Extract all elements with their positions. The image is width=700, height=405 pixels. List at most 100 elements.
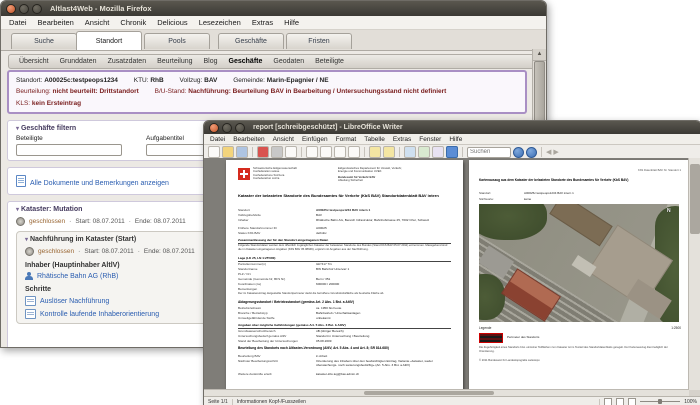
gear-icon xyxy=(25,247,34,257)
gallery-icon[interactable] xyxy=(418,146,430,158)
page-header: KbS Datenblatt BAV Nr. Standort 1 xyxy=(637,168,681,172)
save-icon[interactable] xyxy=(236,146,248,158)
north-arrow-icon: N xyxy=(667,208,671,214)
firefox-menubar: Datei Bearbeiten Ansicht Chronik Delicio… xyxy=(1,16,546,30)
menu-ansicht[interactable]: Ansicht xyxy=(85,18,110,27)
subtab-grunddaten[interactable]: Grunddaten xyxy=(60,58,97,65)
collapse-icon: ▾ xyxy=(16,126,20,133)
tab-pools[interactable]: Pools xyxy=(144,33,210,49)
close-button[interactable] xyxy=(209,122,219,133)
minimize-button[interactable] xyxy=(19,3,29,14)
navigate-forward-icon[interactable]: ▶ xyxy=(553,148,558,156)
subtab-geschaefte[interactable]: Geschäfte xyxy=(229,58,263,65)
writer-titlebar: report [schreibgeschützt] - LibreOffice … xyxy=(204,121,700,134)
find-previous-icon[interactable] xyxy=(526,146,537,158)
zoom-level: 100% xyxy=(684,398,697,405)
print-icon[interactable] xyxy=(271,146,283,158)
subtab-beurteilung[interactable]: Beurteilung xyxy=(157,58,192,65)
tab-standort[interactable]: Standort xyxy=(76,31,142,50)
paste-icon[interactable] xyxy=(348,146,360,158)
beteiligte-input[interactable] xyxy=(16,144,122,157)
single-page-view-icon[interactable] xyxy=(604,397,613,405)
person-icon xyxy=(25,272,33,281)
document-icon xyxy=(16,175,26,188)
gear-icon xyxy=(16,217,25,227)
map-title: Kartenauszug aus dem Kataster der belast… xyxy=(479,178,629,182)
spelling-icon[interactable] xyxy=(306,146,318,158)
task-icon xyxy=(25,296,36,307)
help-icon[interactable] xyxy=(446,146,458,158)
copy-icon[interactable] xyxy=(334,146,346,158)
vertical-scrollbar[interactable] xyxy=(688,158,700,390)
confederation-text: Schweizerische Eidgenossenschaft Confédé… xyxy=(253,166,297,181)
trees xyxy=(479,204,547,240)
step-link-ausloeser[interactable]: Auslöser Nachführung xyxy=(40,298,109,305)
status-info: Informationen Kopf-/Fusszeilen xyxy=(237,398,601,405)
scroll-up-icon[interactable]: ▲ xyxy=(533,49,546,61)
menu-lesezeichen[interactable]: Lesezeichen xyxy=(199,18,241,27)
inhaber-link[interactable]: Rhätische Bahn AG (RhB) xyxy=(37,273,118,280)
zoom-icon[interactable] xyxy=(432,146,444,158)
aerial-photo: N xyxy=(479,204,679,322)
book-view-icon[interactable] xyxy=(628,397,637,405)
maximize-button[interactable] xyxy=(235,122,245,133)
menu-hilfe[interactable]: Hilfe xyxy=(284,18,299,27)
menu-datei[interactable]: Datei xyxy=(9,18,27,27)
menu-bearbeiten[interactable]: Bearbeiten xyxy=(38,18,74,27)
main-tabstrip: Suche Standort Pools Geschäfte Fristen xyxy=(1,30,546,51)
tab-suche[interactable]: Suche xyxy=(11,33,77,49)
step-link-kontrolle[interactable]: Kontrolle laufende Inhaberorientierung xyxy=(40,311,159,318)
subtab-zusatzdaten[interactable]: Zusatzdaten xyxy=(108,58,147,65)
navigator-icon[interactable] xyxy=(404,146,416,158)
task-icon xyxy=(25,309,36,320)
menu-bearbeiten[interactable]: Bearbeiten xyxy=(233,136,264,143)
menu-tabelle[interactable]: Tabelle xyxy=(364,136,385,143)
multi-page-view-icon[interactable] xyxy=(616,397,625,405)
all-documents-link[interactable]: Alle Dokumente und Bemerkungen anzeigen xyxy=(30,180,169,187)
open-icon[interactable] xyxy=(222,146,234,158)
menu-datei[interactable]: Datei xyxy=(210,136,225,143)
page-indicator: Seite 1/1 xyxy=(208,398,233,405)
export-pdf-icon[interactable] xyxy=(257,146,269,158)
menu-delicious[interactable]: Delicious xyxy=(157,18,187,27)
scrollbar-thumb[interactable] xyxy=(690,164,700,234)
subtab-blog[interactable]: Blog xyxy=(204,58,218,65)
map-scale: 1:2500 xyxy=(671,326,681,330)
menu-fenster[interactable]: Fenster xyxy=(419,136,441,143)
menu-extras[interactable]: Extras xyxy=(252,18,273,27)
zoom-slider[interactable] xyxy=(640,399,681,404)
menu-chronik[interactable]: Chronik xyxy=(120,18,146,27)
maximize-button[interactable] xyxy=(32,3,42,14)
menu-hilfe[interactable]: Hilfe xyxy=(449,136,462,143)
subtab-geodaten[interactable]: Geodaten xyxy=(273,58,304,65)
menu-extras[interactable]: Extras xyxy=(393,136,411,143)
undo-icon[interactable] xyxy=(369,146,381,158)
subtab-uebersicht[interactable]: Übersicht xyxy=(19,58,49,65)
writer-window: report [schreibgeschützt] - LibreOffice … xyxy=(203,120,700,405)
collapse-icon: ▾ xyxy=(25,237,29,244)
menu-einfuegen[interactable]: Einfügen xyxy=(302,136,328,143)
redo-icon[interactable] xyxy=(383,146,395,158)
menu-ansicht[interactable]: Ansicht xyxy=(273,136,294,143)
scrollbar-thumb[interactable] xyxy=(364,391,494,395)
page-preview-icon[interactable] xyxy=(285,146,297,158)
navigate-back-icon[interactable]: ◀ xyxy=(546,148,551,156)
section-paragraph: Folgende Standortdaten wurden dem öffent… xyxy=(238,243,448,251)
menu-format[interactable]: Format xyxy=(336,136,357,143)
department-text: Eidgenössisches Departement für Umwelt, … xyxy=(338,166,402,183)
find-next-icon[interactable] xyxy=(513,146,524,158)
find-input[interactable] xyxy=(467,146,511,158)
new-document-icon[interactable] xyxy=(208,146,220,158)
close-button[interactable] xyxy=(6,3,16,14)
section-note: Der im Katastereintrag dargestellte Stan… xyxy=(238,291,385,295)
cut-icon[interactable] xyxy=(320,146,332,158)
beteiligte-label: Beteiligte xyxy=(16,135,43,143)
minimize-button[interactable] xyxy=(222,122,232,133)
subtab-beteiligte[interactable]: Beteiligte xyxy=(315,58,344,65)
zoom-slider-knob[interactable] xyxy=(658,399,663,404)
tab-fristen[interactable]: Fristen xyxy=(286,33,352,49)
info-line-1: Standort: A00025c:testpeops1234 KTU: RhB… xyxy=(16,77,329,84)
tab-geschaefte[interactable]: Geschäfte xyxy=(218,33,284,49)
writer-menubar: Datei Bearbeiten Ansicht Einfügen Format… xyxy=(204,134,700,145)
writer-statusbar: Seite 1/1 Informationen Kopf-/Fusszeilen… xyxy=(204,396,700,405)
